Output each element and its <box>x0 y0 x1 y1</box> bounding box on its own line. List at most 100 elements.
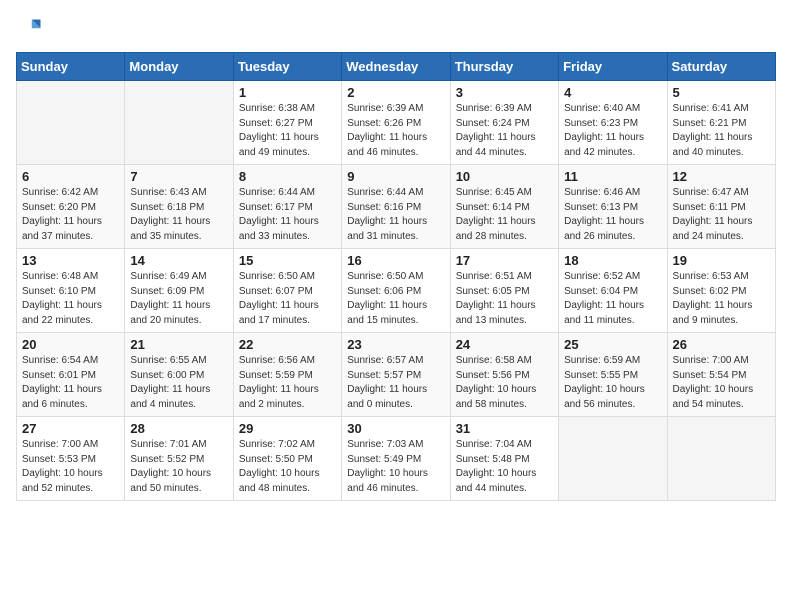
calendar-week-3: 13 Sunrise: 6:48 AM Sunset: 6:10 PM Dayli… <box>17 249 776 333</box>
day-number: 14 <box>130 253 227 268</box>
calendar-cell: 28 Sunrise: 7:01 AM Sunset: 5:52 PM Dayli… <box>125 417 233 501</box>
calendar-cell: 14 Sunrise: 6:49 AM Sunset: 6:09 PM Dayli… <box>125 249 233 333</box>
calendar-cell: 9Sunrise: 6:44 AM Sunset: 6:16 PM Daylig… <box>342 165 450 249</box>
day-number: 7 <box>130 169 227 184</box>
day-detail: Sunrise: 7:00 AM Sunset: 5:54 PM Dayligh… <box>673 354 770 412</box>
day-detail: Sunrise: 7:04 AM Sunset: 5:48 PM Dayligh… <box>456 438 553 496</box>
day-number: 18 <box>564 253 661 268</box>
day-number: 17 <box>456 253 553 268</box>
calendar-header-saturday: Saturday <box>667 53 775 81</box>
calendar-cell: 20 Sunrise: 6:54 AM Sunset: 6:01 PM Dayli… <box>17 333 125 417</box>
day-detail: Sunrise: 6:59 AM Sunset: 5:55 PM Dayligh… <box>564 354 661 412</box>
day-detail: Sunrise: 6:47 AM Sunset: 6:11 PM Dayligh… <box>673 186 770 244</box>
day-detail: Sunrise: 6:45 AM Sunset: 6:14 PM Dayligh… <box>456 186 553 244</box>
day-detail: Sunrise: 6:39 AM Sunset: 6:24 PM Dayligh… <box>456 102 553 160</box>
day-number: 23 <box>347 337 444 352</box>
day-number: 2 <box>347 85 444 100</box>
day-number: 13 <box>22 253 119 268</box>
day-detail: Sunrise: 6:57 AM Sunset: 5:57 PM Dayligh… <box>347 354 444 412</box>
day-detail: Sunrise: 6:55 AM Sunset: 6:00 PM Dayligh… <box>130 354 227 412</box>
day-detail: Sunrise: 7:03 AM Sunset: 5:49 PM Dayligh… <box>347 438 444 496</box>
calendar-cell: 19Sunrise: 6:53 AM Sunset: 6:02 PM Dayli… <box>667 249 775 333</box>
day-detail: Sunrise: 6:58 AM Sunset: 5:56 PM Dayligh… <box>456 354 553 412</box>
logo <box>16 16 44 44</box>
calendar-header-tuesday: Tuesday <box>233 53 341 81</box>
calendar-cell: 7 Sunrise: 6:43 AM Sunset: 6:18 PM Daylig… <box>125 165 233 249</box>
day-number: 15 <box>239 253 336 268</box>
calendar-table: SundayMondayTuesdayWednesdayThursdayFrid… <box>16 52 776 501</box>
day-number: 4 <box>564 85 661 100</box>
day-detail: Sunrise: 6:40 AM Sunset: 6:23 PM Dayligh… <box>564 102 661 160</box>
calendar-header-sunday: Sunday <box>17 53 125 81</box>
calendar-cell: 30 Sunrise: 7:03 AM Sunset: 5:49 PM Dayli… <box>342 417 450 501</box>
day-detail: Sunrise: 6:54 AM Sunset: 6:01 PM Dayligh… <box>22 354 119 412</box>
calendar-cell: 5Sunrise: 6:41 AM Sunset: 6:21 PM Daylig… <box>667 81 775 165</box>
calendar-cell: 11 Sunrise: 6:46 AM Sunset: 6:13 PM Dayli… <box>559 165 667 249</box>
day-number: 20 <box>22 337 119 352</box>
day-detail: Sunrise: 6:38 AM Sunset: 6:27 PM Dayligh… <box>239 102 336 160</box>
day-detail: Sunrise: 6:52 AM Sunset: 6:04 PM Dayligh… <box>564 270 661 328</box>
calendar-cell: 8Sunrise: 6:44 AM Sunset: 6:17 PM Daylig… <box>233 165 341 249</box>
day-detail: Sunrise: 6:56 AM Sunset: 5:59 PM Dayligh… <box>239 354 336 412</box>
calendar-cell <box>667 417 775 501</box>
calendar-cell: 6Sunrise: 6:42 AM Sunset: 6:20 PM Daylig… <box>17 165 125 249</box>
calendar-cell: 15 Sunrise: 6:50 AM Sunset: 6:07 PM Dayli… <box>233 249 341 333</box>
calendar-cell: 12 Sunrise: 6:47 AM Sunset: 6:11 PM Dayli… <box>667 165 775 249</box>
day-number: 1 <box>239 85 336 100</box>
day-detail: Sunrise: 6:48 AM Sunset: 6:10 PM Dayligh… <box>22 270 119 328</box>
calendar-header-wednesday: Wednesday <box>342 53 450 81</box>
calendar-week-4: 20 Sunrise: 6:54 AM Sunset: 6:01 PM Dayli… <box>17 333 776 417</box>
day-number: 26 <box>673 337 770 352</box>
calendar-cell: 31 Sunrise: 7:04 AM Sunset: 5:48 PM Dayli… <box>450 417 558 501</box>
calendar-cell: 26 Sunrise: 7:00 AM Sunset: 5:54 PM Dayli… <box>667 333 775 417</box>
day-number: 12 <box>673 169 770 184</box>
calendar-cell: 25 Sunrise: 6:59 AM Sunset: 5:55 PM Dayli… <box>559 333 667 417</box>
calendar-header-thursday: Thursday <box>450 53 558 81</box>
day-detail: Sunrise: 6:49 AM Sunset: 6:09 PM Dayligh… <box>130 270 227 328</box>
day-number: 27 <box>22 421 119 436</box>
day-detail: Sunrise: 6:46 AM Sunset: 6:13 PM Dayligh… <box>564 186 661 244</box>
day-number: 29 <box>239 421 336 436</box>
day-number: 28 <box>130 421 227 436</box>
calendar-cell: 17Sunrise: 6:51 AM Sunset: 6:05 PM Dayli… <box>450 249 558 333</box>
day-detail: Sunrise: 6:39 AM Sunset: 6:26 PM Dayligh… <box>347 102 444 160</box>
day-detail: Sunrise: 7:02 AM Sunset: 5:50 PM Dayligh… <box>239 438 336 496</box>
calendar-week-2: 6Sunrise: 6:42 AM Sunset: 6:20 PM Daylig… <box>17 165 776 249</box>
day-number: 31 <box>456 421 553 436</box>
day-detail: Sunrise: 6:50 AM Sunset: 6:06 PM Dayligh… <box>347 270 444 328</box>
calendar-cell: 21 Sunrise: 6:55 AM Sunset: 6:00 PM Dayli… <box>125 333 233 417</box>
day-detail: Sunrise: 7:00 AM Sunset: 5:53 PM Dayligh… <box>22 438 119 496</box>
day-number: 19 <box>673 253 770 268</box>
day-detail: Sunrise: 7:01 AM Sunset: 5:52 PM Dayligh… <box>130 438 227 496</box>
calendar-cell <box>17 81 125 165</box>
calendar-cell: 13 Sunrise: 6:48 AM Sunset: 6:10 PM Dayli… <box>17 249 125 333</box>
calendar-cell: 2 Sunrise: 6:39 AM Sunset: 6:26 PM Daylig… <box>342 81 450 165</box>
day-number: 30 <box>347 421 444 436</box>
calendar-week-5: 27 Sunrise: 7:00 AM Sunset: 5:53 PM Dayli… <box>17 417 776 501</box>
general-blue-logo-icon <box>16 16 44 44</box>
day-number: 3 <box>456 85 553 100</box>
day-number: 8 <box>239 169 336 184</box>
calendar-cell: 18 Sunrise: 6:52 AM Sunset: 6:04 PM Dayli… <box>559 249 667 333</box>
calendar-week-1: 1 Sunrise: 6:38 AM Sunset: 6:27 PM Daylig… <box>17 81 776 165</box>
day-number: 25 <box>564 337 661 352</box>
day-number: 21 <box>130 337 227 352</box>
calendar-cell: 1 Sunrise: 6:38 AM Sunset: 6:27 PM Daylig… <box>233 81 341 165</box>
page-header <box>16 16 776 44</box>
calendar-cell <box>559 417 667 501</box>
calendar-cell: 16 Sunrise: 6:50 AM Sunset: 6:06 PM Dayli… <box>342 249 450 333</box>
calendar-cell: 22 Sunrise: 6:56 AM Sunset: 5:59 PM Dayli… <box>233 333 341 417</box>
day-detail: Sunrise: 6:44 AM Sunset: 6:16 PM Dayligh… <box>347 186 444 244</box>
day-detail: Sunrise: 6:43 AM Sunset: 6:18 PM Dayligh… <box>130 186 227 244</box>
calendar-cell: 27 Sunrise: 7:00 AM Sunset: 5:53 PM Dayli… <box>17 417 125 501</box>
day-number: 16 <box>347 253 444 268</box>
calendar-cell <box>125 81 233 165</box>
day-number: 22 <box>239 337 336 352</box>
calendar-cell: 24 Sunrise: 6:58 AM Sunset: 5:56 PM Dayli… <box>450 333 558 417</box>
day-number: 11 <box>564 169 661 184</box>
day-number: 5 <box>673 85 770 100</box>
day-number: 24 <box>456 337 553 352</box>
day-detail: Sunrise: 6:50 AM Sunset: 6:07 PM Dayligh… <box>239 270 336 328</box>
day-number: 10 <box>456 169 553 184</box>
calendar-cell: 29 Sunrise: 7:02 AM Sunset: 5:50 PM Dayli… <box>233 417 341 501</box>
